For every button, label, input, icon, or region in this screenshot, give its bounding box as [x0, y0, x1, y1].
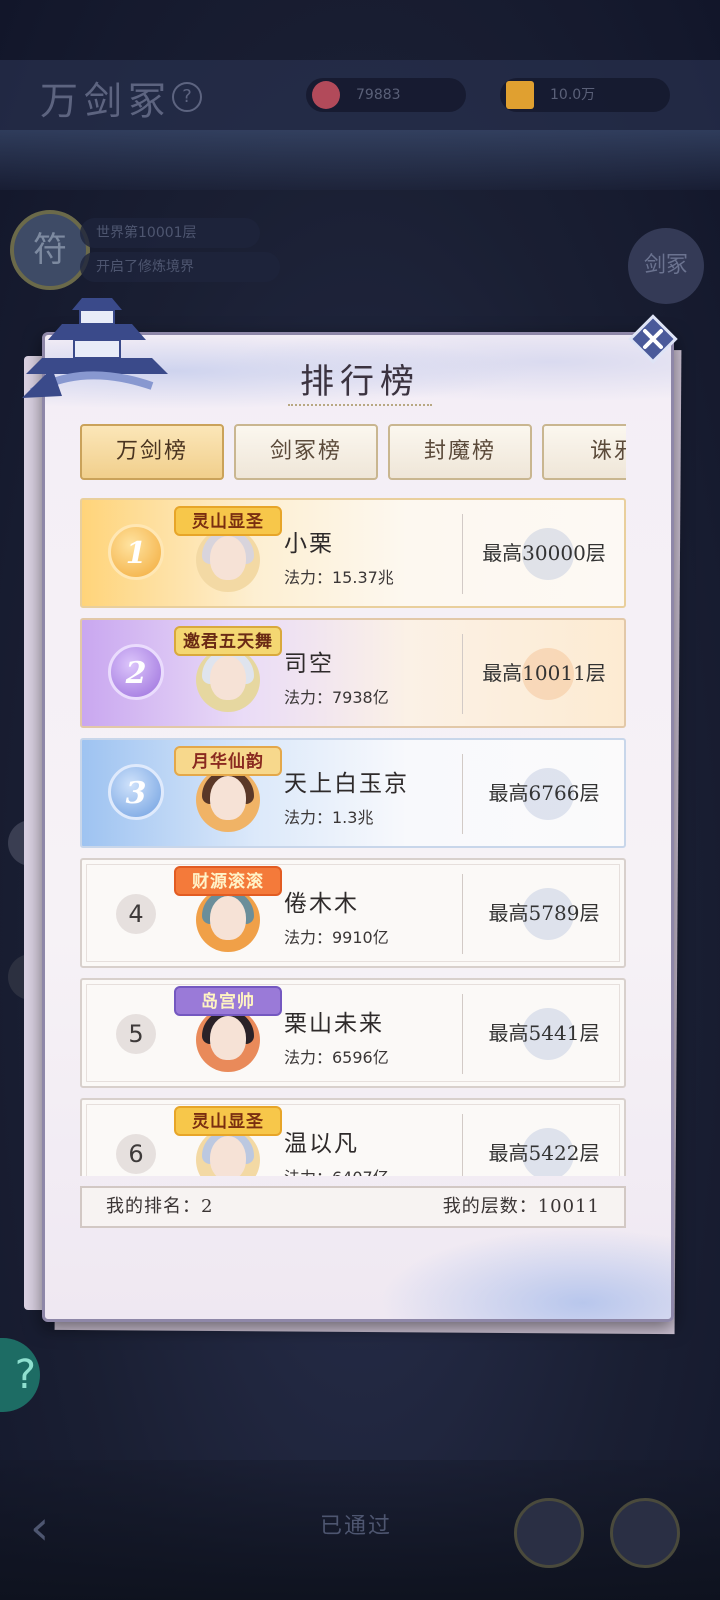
player-name: 温以凡: [284, 1131, 359, 1157]
divider: [462, 514, 463, 594]
back-arrow-icon[interactable]: ‹: [30, 1500, 49, 1556]
talisman-badge[interactable]: 符: [10, 210, 90, 290]
player-power: 法力：1.3兆: [284, 808, 374, 827]
player-name: 天上白玉京: [284, 771, 409, 797]
tab-zhuxie[interactable]: 诛邪: [542, 424, 626, 480]
ranking-row[interactable]: 1 灵山显圣 小栗 法力：15.37兆 最高30000层: [80, 498, 626, 608]
best-floor: 最高5441层: [488, 1021, 600, 1045]
title-badge: 财源滚滚: [174, 866, 282, 896]
tab-jianzhong[interactable]: 剑冢榜: [234, 424, 378, 480]
close-button[interactable]: [628, 314, 678, 364]
player-name: 司空: [284, 651, 334, 677]
my-floor: 我的层数：10011: [442, 1196, 600, 1217]
bottom-label: 已通过: [320, 1514, 393, 1539]
ranking-row[interactable]: 6 灵山显圣 温以凡 法力：6407亿 最高5422层: [80, 1098, 626, 1176]
resource-energy[interactable]: 10.0万: [500, 78, 670, 112]
ranking-list[interactable]: 1 灵山显圣 小栗 法力：15.37兆 最高30000层 2 邀君五天舞 司空 …: [80, 498, 626, 1176]
best-floor: 最高10011层: [482, 661, 606, 685]
title-decoration: [288, 398, 432, 406]
player-power: 法力：6596亿: [284, 1048, 389, 1067]
shield-button[interactable]: [514, 1498, 584, 1568]
pavilion-icon: [22, 298, 168, 398]
title-badge: 灵山显圣: [174, 1106, 282, 1136]
star-button[interactable]: [610, 1498, 680, 1568]
title-badge: 月华仙韵: [174, 746, 282, 776]
player-power: 法力：7938亿: [284, 688, 389, 707]
rank-number: 6: [116, 1134, 156, 1174]
player-name: 栗山未来: [284, 1011, 384, 1037]
sword-tomb-button[interactable]: 剑冢: [628, 228, 704, 304]
question-icon[interactable]: ?: [172, 82, 202, 112]
player-name: 倦木木: [284, 891, 359, 917]
divider: [462, 754, 463, 834]
best-floor: 最高6766层: [488, 781, 600, 805]
tab-fengmo[interactable]: 封魔榜: [388, 424, 532, 480]
resource-value: 10.0万: [550, 87, 596, 103]
ranking-row[interactable]: 3 月华仙韵 天上白玉京 法力：1.3兆 最高6766层: [80, 738, 626, 848]
rank-number: 5: [116, 1014, 156, 1054]
divider: [462, 634, 463, 714]
resource-value: 79883: [356, 87, 401, 103]
notice-line: 开启了修炼境界: [80, 252, 280, 282]
best-floor: 最高5789层: [488, 901, 600, 925]
scene-title: 万剑冢: [40, 79, 173, 123]
rank-number: 4: [116, 894, 156, 934]
ranking-row[interactable]: 5 岛宫帅 栗山未来 法力：6596亿 最高5441层: [80, 978, 626, 1088]
divider: [462, 994, 463, 1074]
divider: [462, 1114, 463, 1176]
title-badge: 邀君五天舞: [174, 626, 282, 656]
player-power: 法力：15.37兆: [284, 568, 394, 587]
tab-wanjian[interactable]: 万剑榜: [80, 424, 224, 480]
player-power: 法力：6407亿: [284, 1164, 389, 1176]
resource-peach[interactable]: 79883: [306, 78, 466, 112]
ranking-row[interactable]: 4 财源滚滚 倦木木 法力：9910亿 最高5789层: [80, 858, 626, 968]
my-rank: 我的排名：2: [106, 1196, 214, 1217]
ranking-row[interactable]: 2 邀君五天舞 司空 法力：7938亿 最高10011层: [80, 618, 626, 728]
divider: [462, 874, 463, 954]
tab-bar[interactable]: 万剑榜 剑冢榜 封魔榜 诛邪: [80, 424, 626, 480]
lightning-icon: [506, 81, 534, 109]
peach-icon: [312, 81, 340, 109]
player-power: 法力：9910亿: [284, 928, 389, 947]
best-floor: 最高5422层: [488, 1141, 600, 1165]
notice-line: 世界第10001层: [80, 218, 260, 248]
my-stats-bar: 我的排名：2 我的层数：10011: [80, 1186, 626, 1228]
best-floor: 最高30000层: [482, 541, 606, 565]
title-badge: 灵山显圣: [174, 506, 282, 536]
scenery-band: [0, 130, 720, 190]
gold-medal-icon: 1: [108, 524, 164, 580]
panel-title: 排行榜: [300, 362, 420, 402]
cloud-decoration: [345, 1215, 671, 1319]
blue-medal-icon: 3: [108, 764, 164, 820]
title-badge: 岛宫帅: [174, 986, 282, 1016]
purple-medal-icon: 2: [108, 644, 164, 700]
close-icon: [628, 314, 678, 364]
player-name: 小栗: [284, 531, 334, 557]
